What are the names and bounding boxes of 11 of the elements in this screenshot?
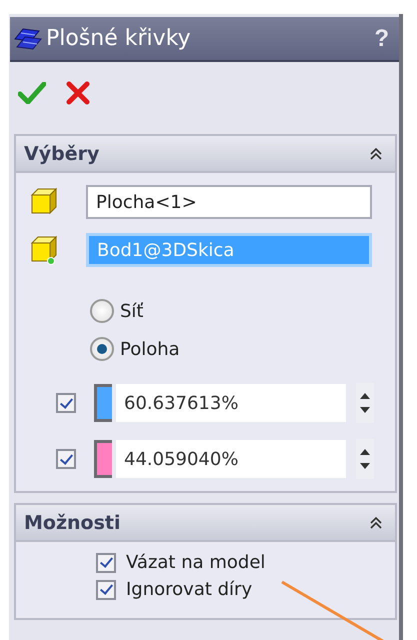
section-header[interactable]: Výběry	[16, 136, 395, 173]
checkbox-label[interactable]: Ignorovat díry	[126, 579, 252, 600]
section-header[interactable]: Možnosti	[16, 505, 395, 542]
selection-field[interactable]: Plocha<1>	[86, 185, 372, 219]
value-field[interactable]: 44.059040%	[116, 440, 346, 478]
radio-label[interactable]: Poloha	[120, 338, 180, 360]
window-title: Plošné křivky	[46, 26, 192, 51]
help-button[interactable]: ?	[370, 24, 393, 52]
value-field[interactable]: 60.637613%	[116, 384, 346, 422]
radio-label[interactable]: Síť	[120, 300, 144, 322]
checkbox-label[interactable]: Vázat na model	[126, 552, 266, 573]
